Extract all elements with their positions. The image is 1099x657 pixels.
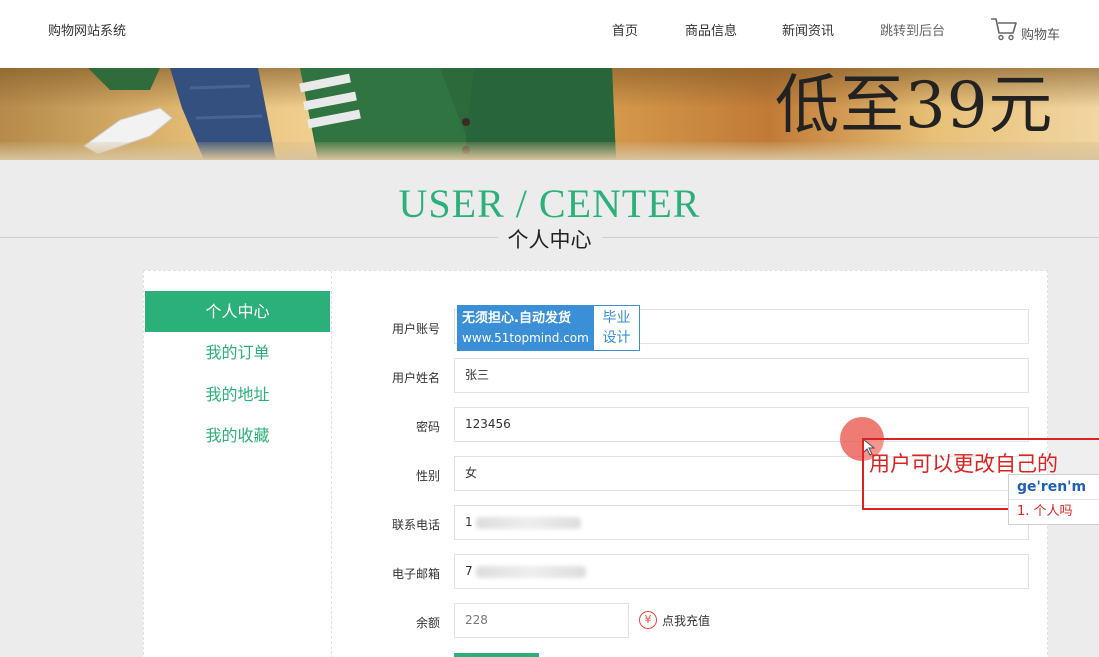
password-label: 密码 bbox=[415, 420, 440, 434]
sidebar-item-favorites[interactable]: 我的收藏 bbox=[145, 415, 330, 456]
sidebar-item-profile[interactable]: 个人中心 bbox=[145, 291, 330, 332]
phone-blur bbox=[476, 516, 582, 529]
email-value: 7 bbox=[465, 564, 473, 578]
balance-field[interactable]: 228 bbox=[454, 603, 629, 638]
phone-label: 联系电话 bbox=[391, 518, 440, 532]
save-button[interactable] bbox=[454, 653, 539, 657]
email-label: 电子邮箱 bbox=[391, 567, 440, 581]
watermark-right2: 设计 bbox=[602, 330, 631, 346]
password-field[interactable]: 123456 bbox=[454, 407, 1029, 442]
site-brand[interactable]: 购物网站系统 bbox=[48, 20, 126, 39]
watermark-line2: www.51topmind.com bbox=[462, 331, 589, 345]
recharge-label: 点我充值 bbox=[662, 613, 711, 628]
nav-admin[interactable]: 跳转到后台 bbox=[880, 20, 945, 39]
balance-label: 余额 bbox=[415, 616, 440, 630]
sidebar-item-orders[interactable]: 我的订单 bbox=[145, 332, 330, 373]
nav-home[interactable]: 首页 bbox=[612, 20, 638, 39]
recharge-link[interactable]: ¥ 点我充值 bbox=[639, 611, 710, 629]
promo-banner[interactable]: 低至39元 bbox=[0, 68, 1099, 160]
email-field[interactable]: 7 bbox=[454, 554, 1029, 589]
name-label: 用户姓名 bbox=[391, 371, 440, 385]
name-field[interactable]: 张三 bbox=[454, 358, 1029, 393]
watermark-right: 毕业 设计 bbox=[594, 306, 639, 350]
watermark-line1: 无须担心.自动发货 bbox=[462, 311, 571, 326]
email-blur bbox=[476, 565, 587, 578]
phone-field[interactable]: 1 bbox=[454, 505, 1029, 540]
ime-candidate-window: ge'ren'm 1. 个人吗 bbox=[1008, 474, 1099, 525]
top-header: 购物网站系统 首页 商品信息 新闻资讯 跳转到后台 购物车 bbox=[0, 0, 1099, 68]
cart-label: 购物车 bbox=[1021, 27, 1061, 43]
sidebar: 个人中心 我的订单 我的地址 我的收藏 bbox=[144, 271, 332, 657]
ime-composition: ge'ren'm bbox=[1009, 475, 1099, 500]
watermark-left: 无须担心.自动发货 www.51topmind.com bbox=[458, 306, 594, 350]
yen-icon: ¥ bbox=[639, 611, 657, 629]
page-title-en: USER / CENTER bbox=[398, 181, 701, 226]
watermark-badge: 无须担心.自动发货 www.51topmind.com 毕业 设计 bbox=[457, 305, 640, 351]
page-title-cn: 个人中心 bbox=[497, 228, 602, 252]
gender-label: 性别 bbox=[415, 469, 440, 483]
nav-products[interactable]: 商品信息 bbox=[685, 20, 737, 39]
cart-button[interactable]: 购物车 bbox=[990, 14, 1060, 44]
ime-candidate-1[interactable]: 1. 个人吗 bbox=[1009, 500, 1099, 524]
phone-value: 1 bbox=[465, 515, 473, 529]
watermark-right1: 毕业 bbox=[602, 310, 631, 326]
account-label: 用户账号 bbox=[391, 322, 440, 336]
cart-icon bbox=[991, 18, 1017, 41]
page-title-cn-wrap: 个人中心 bbox=[0, 224, 1099, 254]
sidebar-item-address[interactable]: 我的地址 bbox=[145, 374, 330, 415]
banner-promo-text: 低至39元 bbox=[775, 69, 1054, 143]
nav-news[interactable]: 新闻资讯 bbox=[782, 20, 834, 39]
